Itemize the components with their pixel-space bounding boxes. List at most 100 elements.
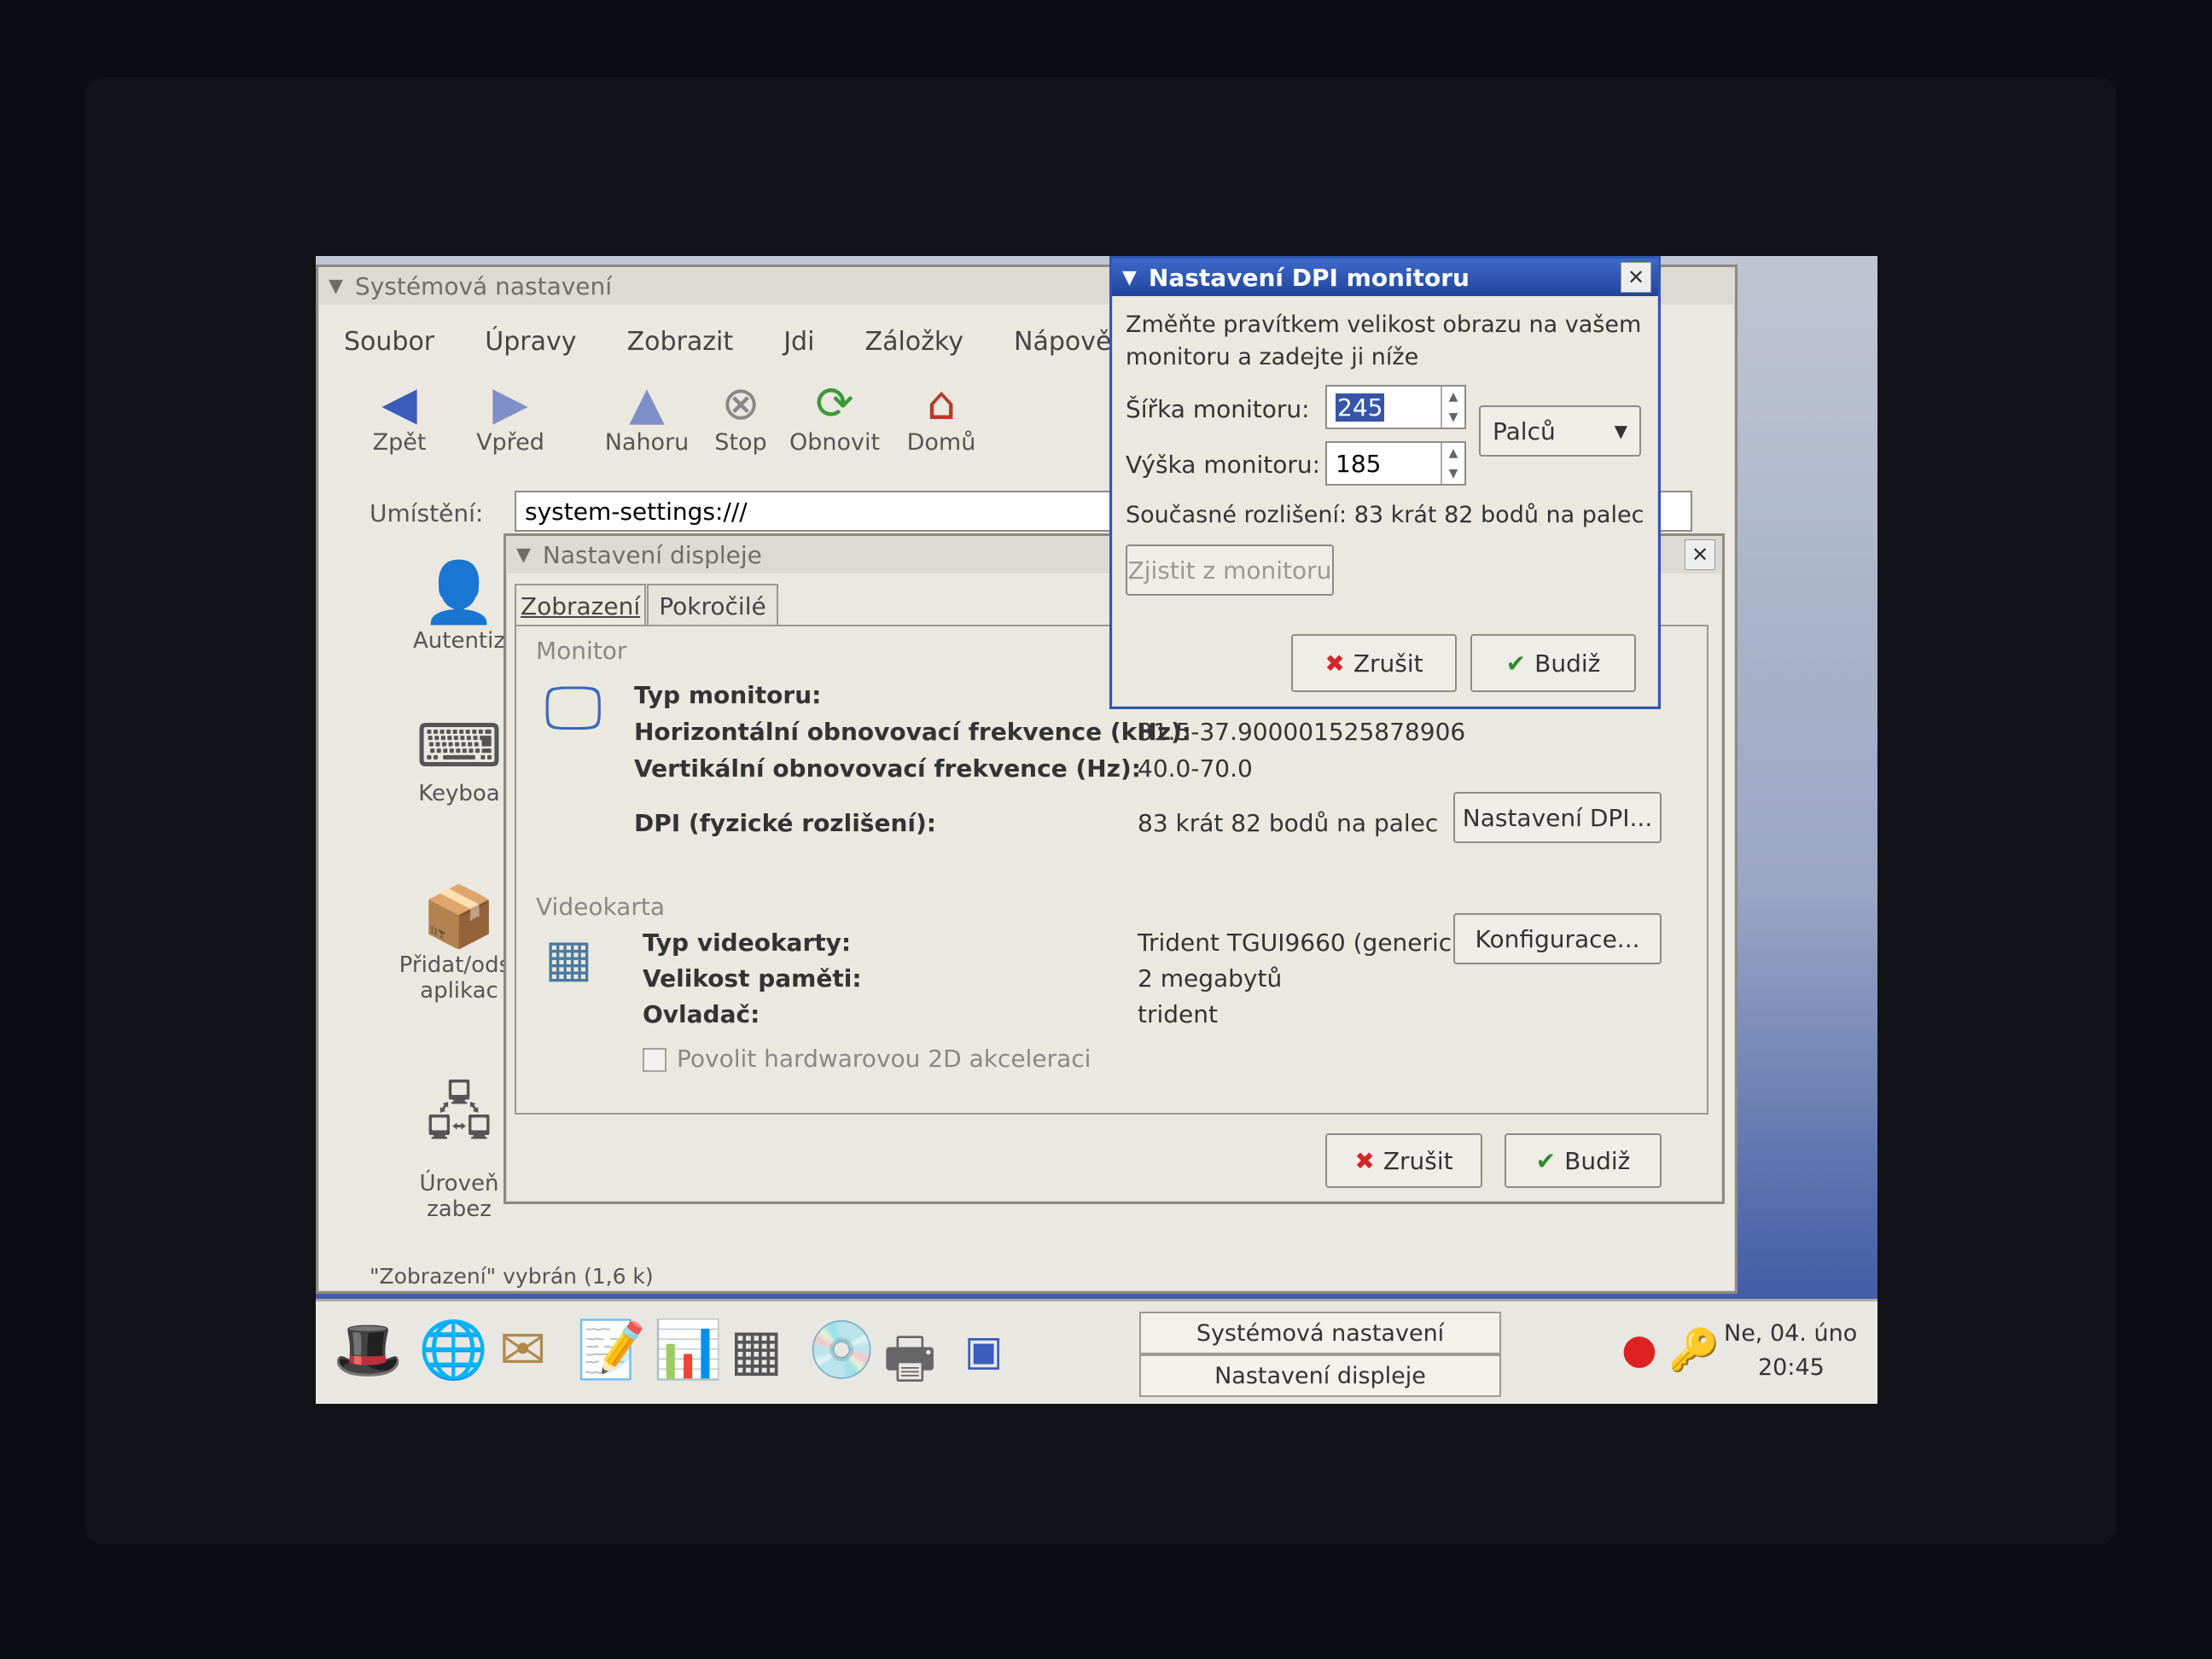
check-icon: ✔ [1505, 649, 1527, 678]
dpi-instruction-1: Změňte pravítkem velikost obrazu na vaše… [1126, 311, 1642, 338]
forward-button[interactable]: ▶ Vpřed [463, 378, 557, 457]
clock-date: Ne, 04. úno [1724, 1320, 1858, 1347]
chevron-down-icon: ▼ [1614, 421, 1627, 441]
driver-label: Ovladač: [643, 1000, 760, 1028]
reload-label: Obnovit [789, 429, 881, 456]
dpi-dialog-titlebar[interactable]: ▼ Nastavení DPI monitoru ✕ [1112, 259, 1658, 296]
menu-go[interactable]: Jdi [783, 327, 814, 357]
menu-view[interactable]: Zobrazit [627, 327, 734, 357]
up-button[interactable]: ▲ Nahoru [600, 376, 694, 457]
width-spin[interactable]: 245 ▲ ▼ [1325, 385, 1466, 429]
printer-icon[interactable]: 🖶 [883, 1317, 936, 1404]
cancel-label: Zrušit [1382, 1146, 1453, 1175]
memory-label: Velikost paměti: [643, 964, 862, 992]
menubar: Soubor Úpravy Zobrazit Jdi Záložky Nápov… [344, 327, 1190, 357]
location-label: Umístění: [370, 499, 484, 527]
vfreq-value: 40.0-70.0 [1138, 754, 1253, 783]
task-system-settings[interactable]: Systémová nastavení [1139, 1312, 1501, 1354]
key-icon[interactable]: 🔑 [1668, 1325, 1720, 1374]
dpi-button-label: Nastavení DPI... [1462, 803, 1653, 832]
unit-value: Palců [1493, 416, 1556, 445]
height-label: Výška monitoru: [1126, 451, 1321, 479]
home-button[interactable]: ⌂ Domů [899, 376, 984, 457]
monitor-type-label: Typ monitoru: [634, 681, 822, 709]
tab-label: Pokročilé [659, 591, 766, 620]
dpi-label: DPI (fyzické rozlišení): [634, 809, 936, 837]
back-arrow-icon: ◀ [381, 376, 417, 430]
desktop-screen: ▼ Systémová nastavení Soubor Úpravy Zobr… [316, 256, 1877, 1404]
video-card-value: Trident TGUI9660 (generic) [1138, 928, 1462, 957]
hfreq-label: Horizontální obnovovací frekvence (kHz): [634, 718, 1191, 746]
back-label: Zpět [372, 429, 427, 456]
reload-button[interactable]: ⟳ Obnovit [783, 378, 886, 457]
check-icon: ✔ [1535, 1146, 1557, 1175]
dpi-cancel-button[interactable]: ✖ Zrušit [1291, 634, 1457, 692]
menu-file[interactable]: Soubor [344, 327, 434, 357]
task-display-settings[interactable]: Nastavení displeje [1139, 1354, 1501, 1397]
workspace-switcher-icon[interactable]: ▣ [964, 1327, 1003, 1375]
ok-label: Budiž [1564, 1146, 1631, 1175]
display-ok-button[interactable]: ✔ Budiž [1505, 1133, 1662, 1188]
writer-icon[interactable]: 📝 [576, 1317, 646, 1383]
side-label: Keyboa [418, 781, 500, 806]
monitor-icon: 🖵 [544, 672, 602, 742]
side-label: Přidat/odst [399, 952, 520, 978]
window-menu-icon[interactable]: ▼ [329, 276, 343, 297]
window-menu-icon[interactable]: ▼ [1122, 267, 1137, 288]
configure-label: Konfigurace... [1475, 924, 1640, 953]
width-label: Šířka monitoru: [1126, 395, 1310, 423]
tab-advanced[interactable]: Pokročilé [647, 584, 778, 626]
mail-icon[interactable]: ✉ [499, 1317, 546, 1382]
detect-button[interactable]: Zjistit z monitoru [1126, 544, 1334, 596]
stop-label: Stop [714, 429, 767, 456]
window-title: Systémová nastavení [354, 271, 613, 300]
window-menu-icon[interactable]: ▼ [516, 544, 531, 566]
current-resolution: Současné rozlišení: 83 krát 82 bodů na p… [1126, 502, 1644, 528]
dpi-dialog-title: Nastavení DPI monitoru [1148, 263, 1470, 292]
dpi-settings-dialog: ▼ Nastavení DPI monitoru ✕ Změňte pravít… [1109, 256, 1661, 709]
alert-icon[interactable]: ● [1621, 1325, 1657, 1373]
close-icon[interactable]: ✕ [1685, 539, 1715, 570]
video-card-icon: ▦ [544, 928, 593, 988]
dpi-settings-button[interactable]: Nastavení DPI... [1453, 792, 1662, 843]
configure-button[interactable]: Konfigurace... [1453, 913, 1662, 964]
side-label: aplikac [420, 978, 498, 1004]
spreadsheet-icon[interactable]: ▦ [730, 1317, 783, 1382]
side-label: Autentiz [413, 628, 505, 654]
display-cancel-button[interactable]: ✖ Zrušit [1325, 1133, 1482, 1188]
presentation-icon[interactable]: 📊 [653, 1317, 723, 1383]
menu-edit[interactable]: Úpravy [485, 327, 576, 357]
dpi-ok-button[interactable]: ✔ Budiž [1470, 634, 1636, 692]
width-spin-arrows[interactable]: ▲ ▼ [1441, 387, 1464, 428]
accel-checkbox[interactable] [643, 1048, 667, 1072]
menu-bookmarks[interactable]: Záložky [865, 327, 963, 357]
height-spin-arrows[interactable]: ▲ ▼ [1441, 443, 1464, 484]
stop-button[interactable]: ⊗ Stop [702, 378, 779, 457]
driver-value: trident [1138, 1000, 1218, 1028]
height-spin[interactable]: 185 ▲ ▼ [1325, 441, 1466, 486]
cancel-icon: ✖ [1324, 649, 1345, 678]
detect-label: Zjistit z monitoru [1127, 556, 1332, 585]
display-dialog-title: Nastavení displeje [542, 540, 762, 569]
cd-icon[interactable]: 💿 [806, 1317, 876, 1383]
ok-label: Budiž [1534, 649, 1601, 678]
video-section-title: Videokarta [536, 893, 665, 921]
vfreq-label: Vertikální obnovovací frekvence (Hz): [634, 754, 1141, 783]
unit-select[interactable]: Palců ▼ [1479, 405, 1641, 457]
home-icon: ⌂ [926, 376, 957, 430]
close-icon[interactable]: ✕ [1621, 262, 1651, 293]
monitor-section-title: Monitor [536, 637, 627, 665]
cancel-label: Zrušit [1353, 649, 1423, 678]
browser-icon[interactable]: 🌐 [418, 1317, 488, 1383]
location-value: system-settings:/// [525, 497, 748, 526]
home-label: Domů [906, 429, 976, 456]
redhat-menu-icon[interactable]: 🎩 [333, 1317, 403, 1383]
back-button[interactable]: ◀ Zpět [361, 376, 438, 457]
tab-display[interactable]: Zobrazení [515, 584, 646, 626]
dpi-instruction-2: monitoru a zadejte ji níže [1126, 344, 1419, 370]
video-card-label: Typ videokarty: [643, 928, 852, 957]
cancel-icon: ✖ [1354, 1146, 1375, 1175]
task-label: Nastavení displeje [1214, 1362, 1426, 1389]
up-arrow-icon: ▲ [629, 376, 665, 430]
memory-value: 2 megabytů [1138, 964, 1283, 992]
